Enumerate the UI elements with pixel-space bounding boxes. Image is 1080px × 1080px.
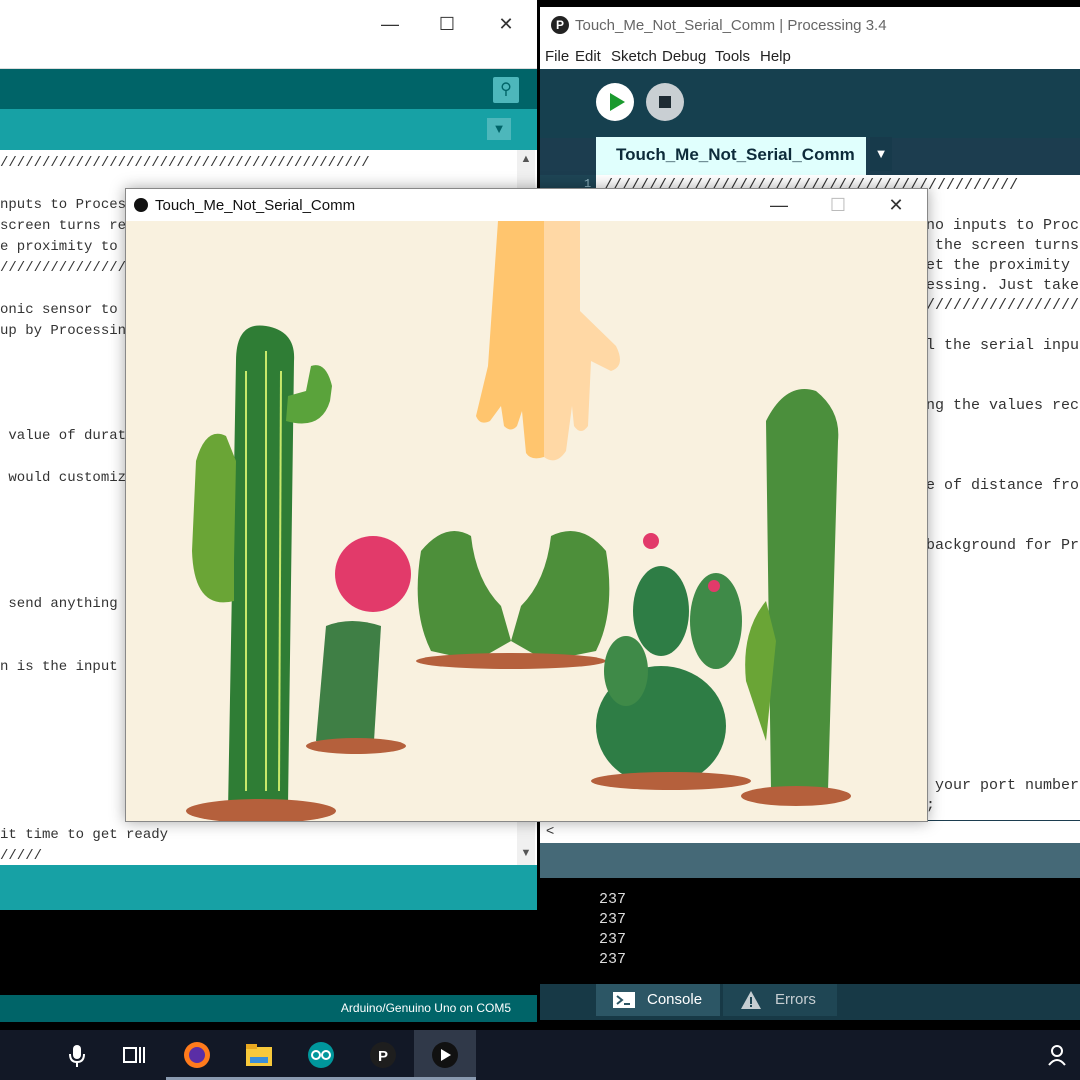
arduino-titlebar: — ☐ ✕	[0, 0, 537, 69]
sketch-app-icon	[430, 1041, 460, 1069]
code-line: //////////////////	[926, 297, 1080, 314]
processing-icon: P	[368, 1041, 398, 1069]
menu-edit[interactable]: Edit	[575, 48, 601, 65]
svg-text:P: P	[378, 1048, 388, 1065]
arduino-status-bar	[0, 865, 537, 910]
console-line: 237	[599, 891, 627, 908]
code-line: ////////////////////////////////////////…	[0, 155, 370, 171]
processing-app-icon	[134, 198, 148, 212]
code-line: your port number	[926, 777, 1080, 794]
console-header	[540, 843, 1080, 878]
maximize-button[interactable]: ☐	[427, 10, 467, 38]
scroll-up-icon[interactable]: ▲	[517, 150, 535, 168]
stop-icon	[659, 96, 671, 108]
serial-monitor-icon[interactable]: ⚲	[493, 77, 519, 103]
code-line: background for Pr	[926, 537, 1080, 554]
task-view-icon	[118, 1041, 148, 1069]
code-line: send anything	[0, 596, 118, 612]
arduino-console	[0, 910, 537, 995]
console-line: 237	[599, 911, 627, 928]
code-line: /////	[0, 848, 43, 864]
cactus-round-cluster	[591, 533, 751, 790]
code-line: essing. Just take	[926, 277, 1080, 294]
code-line: no inputs to Proc	[926, 217, 1080, 234]
taskbar-firefox[interactable]	[166, 1030, 228, 1080]
horizontal-scrollbar[interactable]: <	[540, 821, 1080, 843]
menu-tools[interactable]: Tools	[715, 48, 750, 65]
warning-icon	[741, 991, 761, 1009]
people-icon	[1046, 1041, 1076, 1069]
close-button[interactable]: ✕	[486, 10, 526, 38]
code-line: up by Processing	[0, 323, 135, 339]
code-line: onic sensor to	[0, 302, 118, 318]
close-button[interactable]: ✕	[876, 191, 916, 219]
microphone-icon	[62, 1041, 92, 1069]
tab-menu-button[interactable]: ▼	[870, 137, 892, 171]
arduino-icon	[306, 1041, 336, 1069]
code-line: screen turns red	[0, 218, 135, 234]
taskbar-file-explorer[interactable]	[228, 1030, 290, 1080]
play-icon	[610, 93, 625, 111]
tab-label: Touch_Me_Not_Serial_Comm	[616, 145, 855, 164]
scroll-down-icon[interactable]: ▼	[517, 844, 535, 862]
code-line: et the proximity	[926, 257, 1071, 274]
tab-errors[interactable]: Errors	[723, 984, 837, 1016]
code-line: the screen turns	[926, 237, 1080, 254]
arduino-toolbar	[0, 69, 537, 109]
file-explorer-icon	[244, 1041, 274, 1069]
tab-console[interactable]: Console	[596, 984, 720, 1016]
cactus-pink-flower	[306, 536, 411, 754]
taskbar-processing[interactable]: P	[352, 1030, 414, 1080]
menu-sketch[interactable]: Sketch	[611, 48, 657, 65]
minimize-button[interactable]: —	[759, 191, 799, 219]
menu-file[interactable]: File	[545, 48, 569, 65]
code-line: would customize	[0, 470, 135, 486]
tab-menu-button[interactable]: ▼	[487, 118, 511, 140]
code-line: it time to get ready	[0, 827, 169, 843]
stop-button[interactable]	[646, 83, 684, 121]
sketch-window-title: Touch_Me_Not_Serial_Comm	[155, 197, 356, 214]
run-button[interactable]	[596, 83, 634, 121]
sketch-canvas[interactable]	[126, 221, 927, 821]
processing-footer: Console Errors	[540, 984, 1080, 1020]
code-line: ng the values rec	[926, 397, 1080, 414]
menu-help[interactable]: Help	[760, 48, 791, 65]
processing-titlebar: P Touch_Me_Not_Serial_Comm | Processing …	[540, 7, 1080, 43]
cactus-scene	[186, 221, 851, 821]
processing-toolbar	[540, 69, 1080, 138]
cactus-tall-right	[741, 389, 851, 806]
scroll-left-icon[interactable]: <	[546, 822, 554, 838]
code-line: e of distance fro	[926, 477, 1080, 494]
taskbar: P	[0, 1030, 1080, 1080]
sketch-titlebar: Touch_Me_Not_Serial_Comm — ☐ ✕	[126, 189, 927, 221]
taskbar-arduino[interactable]	[290, 1030, 352, 1080]
window-title: Touch_Me_Not_Serial_Comm | Processing 3.…	[575, 17, 887, 34]
code-line: l the serial inpu	[926, 337, 1080, 354]
minimize-button[interactable]: —	[370, 10, 410, 38]
firefox-icon	[182, 1041, 212, 1069]
console-icon	[613, 992, 635, 1008]
console-line: 237	[599, 931, 627, 948]
menu-debug[interactable]: Debug	[662, 48, 706, 65]
tab-sketch[interactable]: Touch_Me_Not_Serial_Comm	[596, 137, 866, 177]
console-output: 237 237 237 237	[540, 878, 1080, 984]
cactus-twin-bush	[416, 531, 610, 669]
taskbar-people[interactable]	[1040, 1030, 1080, 1080]
hand-graphic	[476, 221, 620, 461]
processing-logo-icon: P	[551, 16, 569, 34]
maximize-button[interactable]: ☐	[818, 191, 858, 219]
console-line: 237	[599, 951, 627, 968]
arduino-footer: Arduino/Genuino Uno on COM5	[0, 995, 537, 1022]
console-tab-label: Console	[647, 991, 703, 1008]
errors-tab-label: Errors	[775, 991, 816, 1008]
code-line: n is the input	[0, 659, 118, 675]
taskbar-task-view[interactable]	[102, 1030, 164, 1080]
menu-bar: File Edit Sketch Debug Tools Help	[540, 43, 1080, 69]
taskbar-sketch-app[interactable]	[414, 1030, 476, 1080]
board-status: Arduino/Genuino Uno on COM5	[340, 1001, 511, 1015]
taskbar-microphone[interactable]	[46, 1030, 108, 1080]
arduino-tab-bar	[0, 109, 537, 150]
sketch-window: Touch_Me_Not_Serial_Comm — ☐ ✕	[125, 188, 928, 822]
